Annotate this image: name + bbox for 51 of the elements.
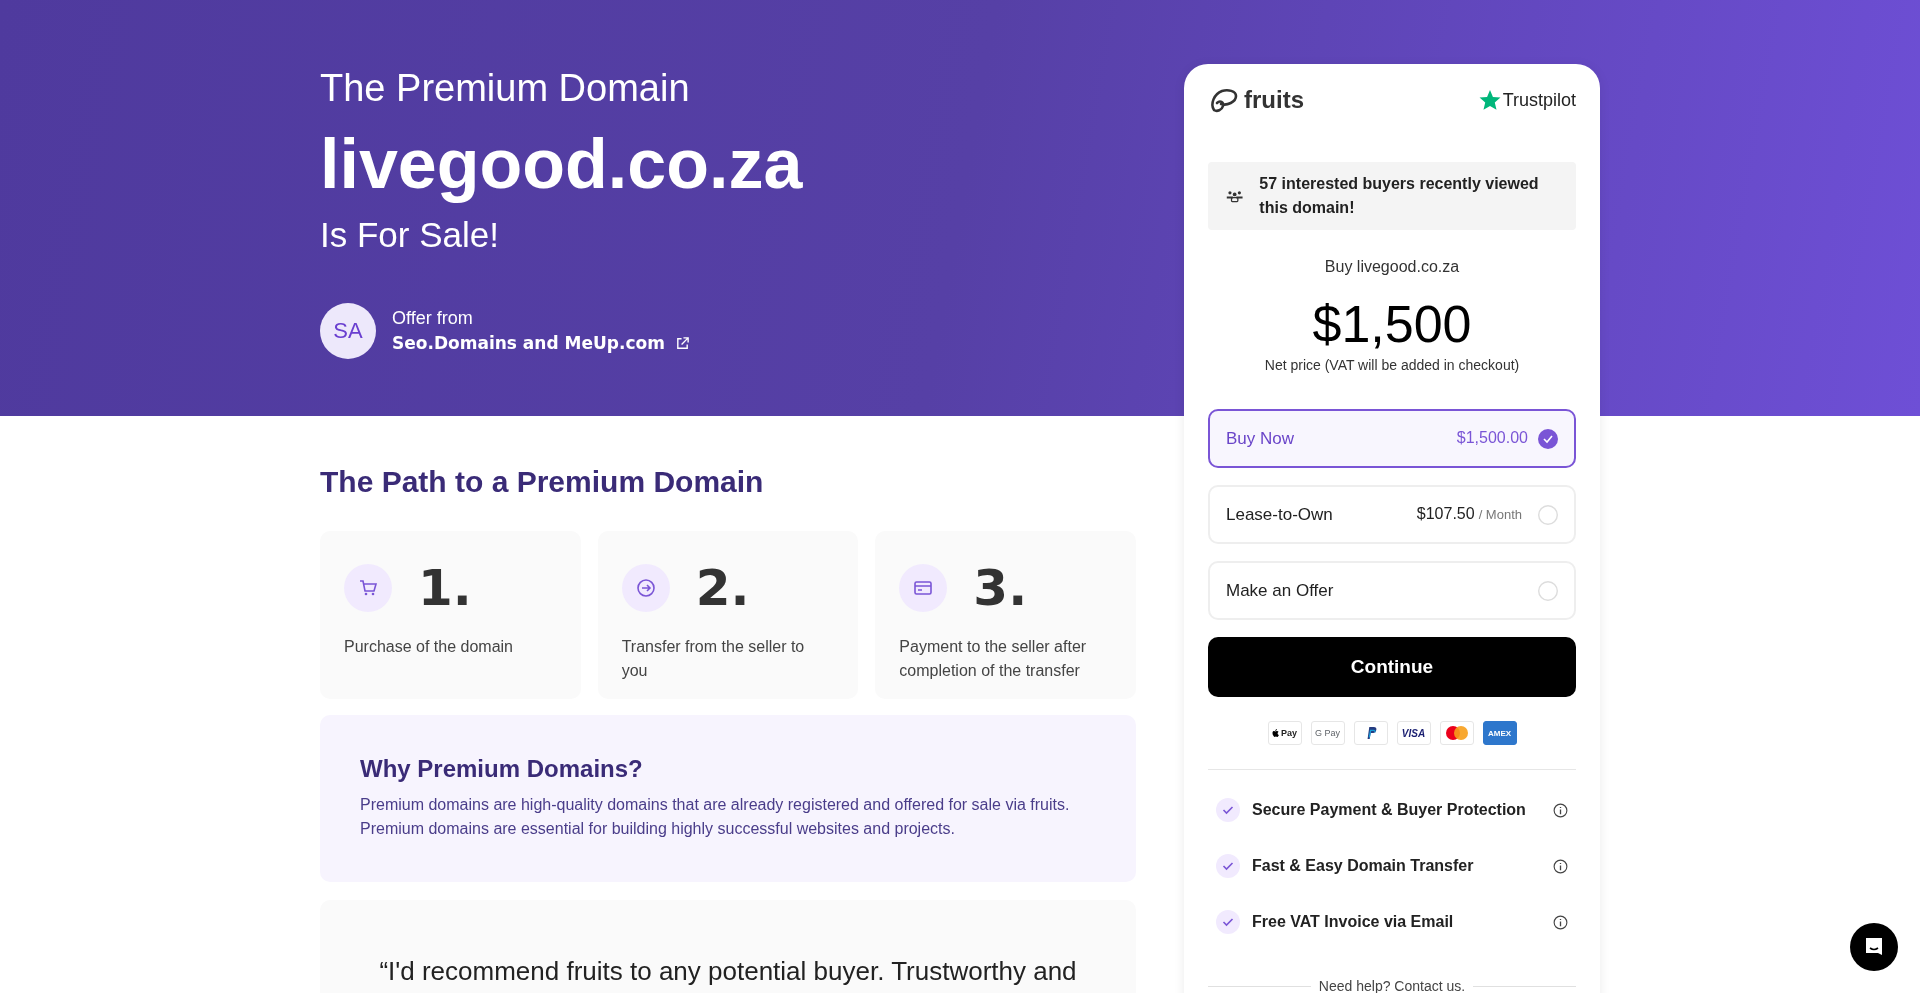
- feature-text: Free VAT Invoice via Email: [1252, 913, 1455, 932]
- amex-icon: AMEX: [1482, 721, 1517, 746]
- cart-icon: [344, 563, 392, 612]
- hero-tagline: Is For Sale!: [320, 214, 500, 255]
- purchase-option[interactable]: Make an Offer: [1208, 561, 1576, 621]
- check-circle-icon: [1538, 428, 1558, 449]
- radio-icon: [1538, 504, 1558, 525]
- seller-avatar: SA: [320, 302, 376, 359]
- check-icon: [1216, 910, 1240, 935]
- hero-eyebrow: The Premium Domain: [320, 66, 691, 111]
- people-icon: [1226, 188, 1244, 204]
- trustpilot-label: Trustpilot: [1502, 89, 1576, 111]
- radio-icon: [1538, 580, 1558, 601]
- check-icon: [1216, 854, 1240, 879]
- price-note: Net price (VAT will be added in checkout): [1263, 357, 1521, 374]
- info-text: Premium domains are high-quality domains that are already registered and offered for sale via fruits. Premium domains are essential for building highly successful websites and projects.: [360, 794, 1071, 839]
- continue-button[interactable]: Continue: [1208, 637, 1576, 698]
- mastercard-icon: [1439, 721, 1474, 746]
- paypal-icon: [1353, 721, 1388, 746]
- purchase-option[interactable]: Buy Now $1,500.00: [1208, 409, 1576, 469]
- check-icon: [1216, 798, 1240, 823]
- credit-card-icon: [899, 563, 948, 612]
- applepay-icon: Pay: [1267, 721, 1302, 746]
- domain-name: livegood.co.za: [320, 125, 804, 203]
- testimonial-quote: “I'd recommend fruits to any potential buyer. Trustworthy and: [378, 955, 1078, 987]
- step-number: 3.: [973, 558, 1028, 617]
- step-text: Purchase of the domain: [344, 636, 514, 657]
- info-icon[interactable]: [1553, 858, 1568, 874]
- feature-text: Fast & Easy Domain Transfer: [1252, 857, 1475, 876]
- external-link-icon: [674, 335, 690, 351]
- step-text: Transfer from the seller to you: [621, 636, 806, 681]
- info-heading: Why Premium Domains?: [360, 754, 644, 783]
- brand-name: fruits: [1244, 86, 1304, 114]
- chat-button[interactable]: [1850, 923, 1898, 971]
- visa-icon: VISA: [1396, 721, 1431, 746]
- step-number: 2.: [695, 558, 750, 617]
- info-icon[interactable]: [1553, 914, 1568, 930]
- star-icon: [1478, 89, 1501, 111]
- step-text: Payment to the seller after completion of the transfer: [899, 636, 1088, 681]
- offer-label: Offer from: [392, 308, 474, 330]
- buy-label: Buy livegood.co.za: [1323, 258, 1461, 276]
- seller-link[interactable]: Seo.Domains and MeUp.com: [392, 333, 690, 354]
- step-number: 1.: [418, 558, 472, 617]
- arrow-circle-icon: [621, 563, 670, 612]
- purchase-option[interactable]: Lease-to-Own $107.50 / Month: [1208, 485, 1576, 545]
- notice-text: 57 interested buyers recently viewed this domain!: [1259, 174, 1540, 218]
- price: $1,500: [1311, 296, 1473, 354]
- info-icon[interactable]: [1553, 802, 1568, 818]
- googlepay-icon: G Pay: [1310, 721, 1345, 746]
- section-heading: The Path to a Premium Domain: [320, 464, 765, 499]
- feature-text: Secure Payment & Buyer Protection: [1252, 801, 1527, 820]
